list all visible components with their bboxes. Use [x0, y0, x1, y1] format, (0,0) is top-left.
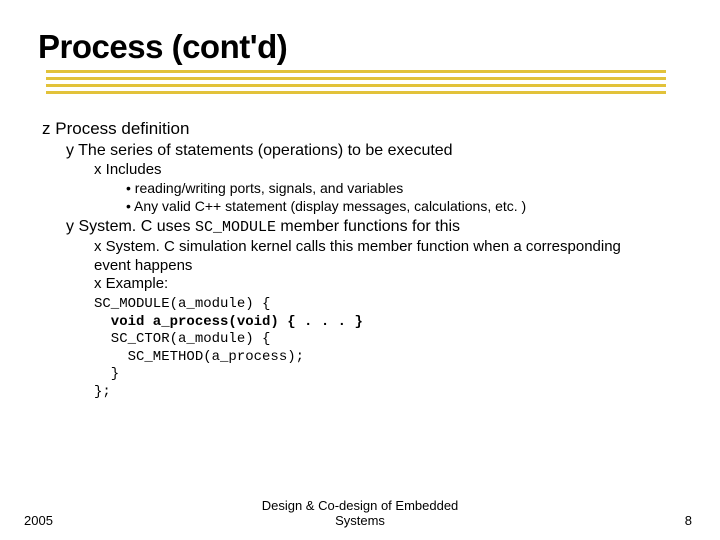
bullet-level4: Any valid C++ statement (display message… — [38, 198, 682, 216]
bullet-level3: Example: — [38, 275, 682, 294]
bullet-text: Any valid C++ statement (display message… — [134, 198, 526, 214]
bullet-level3: System. C simulation kernel calls this m… — [38, 238, 682, 276]
bullet-text-pre: System. C uses — [78, 218, 194, 235]
bullet-level4: reading/writing ports, signals, and vari… — [38, 180, 682, 198]
bullet-level2: System. C uses SC_MODULE member function… — [38, 217, 682, 238]
footer-year: 2005 — [24, 513, 53, 528]
footer-title: Design & Co-design of Embedded Systems — [0, 498, 720, 528]
page-number: 8 — [685, 513, 692, 528]
bullet-text: Includes — [106, 161, 162, 178]
code-line: SC_MODULE(a_module) { — [94, 296, 270, 312]
title-underline — [38, 70, 682, 94]
code-line: SC_CTOR(a_module) { — [94, 331, 270, 347]
code-block: SC_MODULE(a_module) { void a_process(voi… — [38, 296, 682, 401]
slide-footer: 2005 Design & Co-design of Embedded Syst… — [0, 498, 720, 528]
bullet-text: System. C simulation kernel calls this m… — [94, 238, 621, 274]
bullet-text: reading/writing ports, signals, and vari… — [135, 180, 403, 196]
bullet-level2: The series of statements (operations) to… — [38, 141, 682, 161]
code-line: } — [94, 366, 119, 382]
code-line: }; — [94, 384, 111, 400]
inline-code: SC_MODULE — [195, 219, 276, 236]
footer-line1: Design & Co-design of Embedded — [262, 498, 459, 513]
code-line: SC_METHOD(a_process); — [94, 349, 304, 365]
slide: Process (cont'd) Process definition The … — [0, 0, 720, 401]
footer-line2: Systems — [335, 513, 385, 528]
bullet-text: Example: — [106, 275, 169, 292]
code-line: void a_process(void) { . . . } — [94, 314, 363, 330]
bullet-level1: Process definition — [38, 118, 682, 139]
slide-title: Process (cont'd) — [38, 28, 682, 66]
bullet-text: Process definition — [55, 119, 189, 138]
bullet-text: The series of statements (operations) to… — [78, 142, 452, 159]
slide-body: Process definition The series of stateme… — [38, 118, 682, 401]
bullet-level3: Includes — [38, 161, 682, 180]
bullet-text-post: member functions for this — [276, 218, 460, 235]
